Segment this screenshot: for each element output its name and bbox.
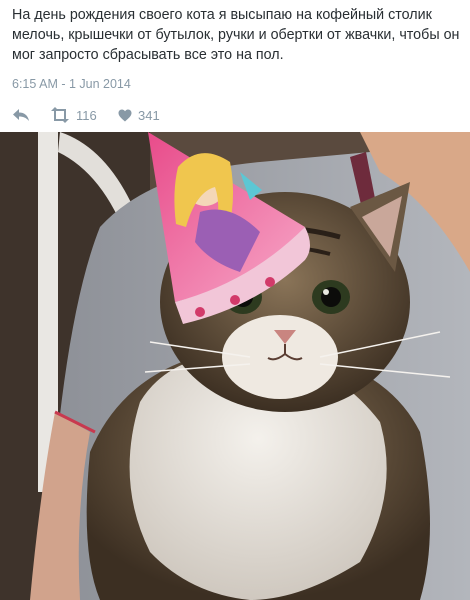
tweet-timestamp[interactable]: 6:15 AM - 1 Jun 2014 (12, 77, 131, 91)
reply-icon (12, 108, 30, 122)
heart-icon (118, 109, 132, 122)
favorite-button[interactable]: 341 (118, 104, 160, 126)
cat-in-party-hat-photo (0, 132, 470, 600)
tweet-photo[interactable] (0, 132, 470, 600)
retweet-icon (50, 107, 70, 123)
retweet-count: 116 (76, 107, 97, 123)
reply-button[interactable] (12, 104, 30, 126)
tweet-actions: 116 341 (0, 104, 470, 126)
retweet-button[interactable]: 116 (50, 104, 97, 126)
tweet-text: На день рождения своего кота я высыпаю н… (12, 7, 460, 63)
favorite-count: 341 (138, 107, 160, 123)
